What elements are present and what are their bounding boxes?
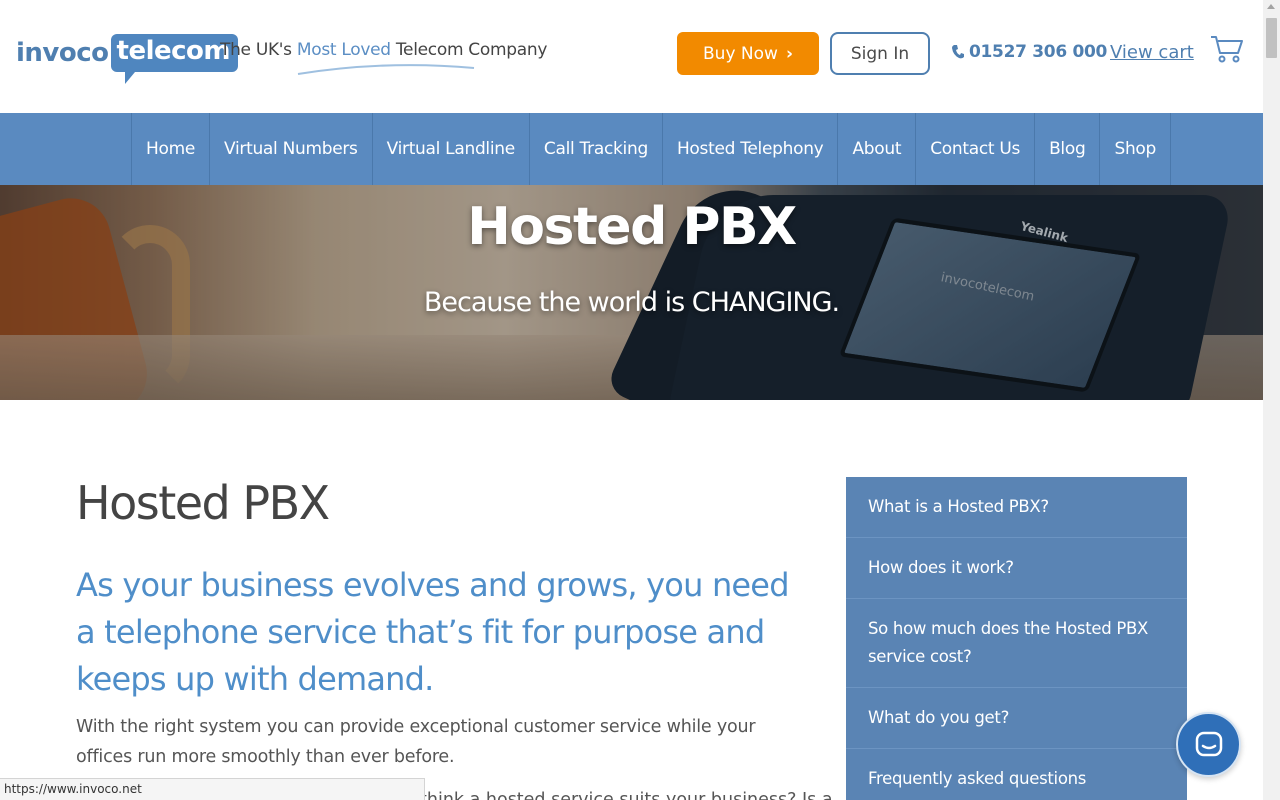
nav-item-hosted-telephony[interactable]: Hosted Telephony xyxy=(663,113,839,185)
page-scrollbar[interactable] xyxy=(1263,0,1280,800)
sidebar-item-what-is-hosted-pbx[interactable]: What is a Hosted PBX? xyxy=(846,477,1187,538)
tagline-post: Telecom Company xyxy=(390,40,548,60)
logo-text-telecom: telecom xyxy=(110,34,238,84)
chevron-right-icon: › xyxy=(785,43,793,64)
logo-text-invoco: invoco xyxy=(16,38,109,68)
nav-item-shop[interactable]: Shop xyxy=(1100,113,1172,185)
tagline-pre: The UK's xyxy=(220,40,297,60)
nav-item-call-tracking[interactable]: Call Tracking xyxy=(530,113,663,185)
tagline-swoosh-icon xyxy=(297,64,475,75)
nav-list: Home Virtual Numbers Virtual Landline Ca… xyxy=(131,113,1172,185)
tagline-highlight: Most Loved xyxy=(296,40,391,60)
chat-launcher-button[interactable] xyxy=(1176,712,1241,777)
hero-title: Hosted PBX xyxy=(467,197,797,257)
scrollbar-thumb[interactable] xyxy=(1266,18,1277,58)
phone-link[interactable]: 01527 306 000 xyxy=(951,42,1107,62)
nav-item-virtual-landline[interactable]: Virtual Landline xyxy=(373,113,530,185)
body-paragraph: With the right system you can provide ex… xyxy=(76,717,756,767)
hero-subtitle: Because the world is CHANGING. xyxy=(423,287,840,318)
site-header: invoco telecom The UK's Most Loved Telec… xyxy=(0,0,1263,113)
body-paragraph-partial: think a hosted service suits your busine… xyxy=(420,790,833,800)
phone-icon xyxy=(952,45,964,59)
sign-in-label: Sign In xyxy=(850,43,910,64)
nav-item-contact-us[interactable]: Contact Us xyxy=(916,113,1036,185)
page-sidebar-menu: What is a Hosted PBX? How does it work? … xyxy=(846,477,1187,800)
page-title: Hosted PBX xyxy=(76,476,330,530)
sidebar-item-service-cost[interactable]: So how much does the Hosted PBX service … xyxy=(846,599,1187,688)
phone-number: 01527 306 000 xyxy=(969,42,1108,62)
chat-icon xyxy=(1195,731,1222,756)
sidebar-item-how-does-it-work[interactable]: How does it work? xyxy=(846,538,1187,599)
invoco-telecom-logo[interactable]: invoco telecom xyxy=(16,24,238,84)
scroll-up-arrow-icon[interactable] xyxy=(1267,4,1275,9)
buy-now-label: Buy Now xyxy=(703,43,778,64)
shopping-cart-icon[interactable] xyxy=(1210,34,1244,64)
nav-item-blog[interactable]: Blog xyxy=(1035,113,1101,185)
status-bar-url: https://www.invoco.net xyxy=(0,778,425,800)
hero-banner: invocotelecom Yealink Hosted PBX Because… xyxy=(0,185,1263,400)
buy-now-button[interactable]: Buy Now › xyxy=(677,32,819,75)
site-tagline: The UK's Most Loved Telecom Company xyxy=(220,40,547,60)
sidebar-item-what-do-you-get[interactable]: What do you get? xyxy=(846,688,1187,749)
view-cart-link[interactable]: View cart xyxy=(1110,42,1194,63)
nav-item-about[interactable]: About xyxy=(838,113,917,185)
lead-paragraph: As your business evolves and grows, you … xyxy=(76,566,790,698)
nav-item-virtual-numbers[interactable]: Virtual Numbers xyxy=(210,113,373,185)
main-navigation: Home Virtual Numbers Virtual Landline Ca… xyxy=(0,113,1263,185)
nav-item-home[interactable]: Home xyxy=(132,113,211,185)
sign-in-button[interactable]: Sign In xyxy=(830,32,930,75)
sidebar-item-faq[interactable]: Frequently asked questions xyxy=(846,749,1187,800)
